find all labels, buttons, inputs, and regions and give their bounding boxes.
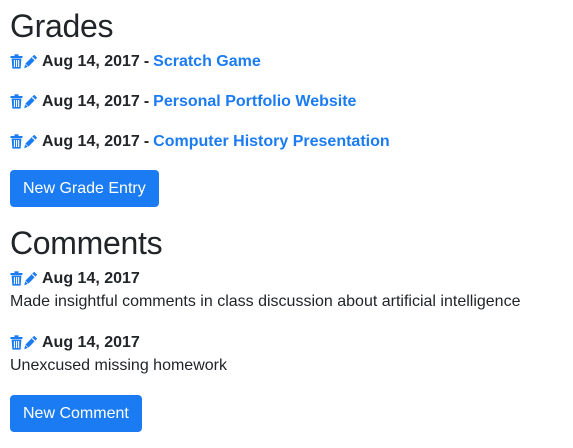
comment-entry-actions [10,335,38,351]
trash-icon[interactable] [10,54,24,70]
grades-heading: Grades [10,8,114,44]
trash-icon[interactable] [10,335,24,351]
grade-entry: Aug 14, 2017 - Scratch Game [10,51,261,73]
pencil-icon[interactable] [24,335,38,351]
grade-title-link[interactable]: Computer History Presentation [153,133,389,151]
grade-title-link[interactable]: Scratch Game [153,53,261,71]
grade-entry: Aug 14, 2017 - Computer History Presenta… [10,131,390,153]
grade-separator: - [143,133,150,150]
comment-entry: Aug 14, 2017 [10,268,140,290]
trash-icon[interactable] [10,134,24,150]
grade-date: Aug 14, 2017 [42,53,140,70]
grade-date: Aug 14, 2017 [42,133,140,150]
trash-icon[interactable] [10,94,24,110]
comment-entry: Aug 14, 2017 [10,332,140,354]
comment-date: Aug 14, 2017 [42,334,140,351]
new-comment-button[interactable]: New Comment [10,395,142,432]
comment-text: Made insightful comments in class discus… [10,293,521,310]
comment-date: Aug 14, 2017 [42,270,140,287]
pencil-icon[interactable] [24,134,38,150]
pencil-icon[interactable] [24,54,38,70]
pencil-icon[interactable] [24,94,38,110]
trash-icon[interactable] [10,271,24,287]
grade-date: Aug 14, 2017 [42,93,140,110]
grade-separator: - [143,53,150,70]
grade-entry: Aug 14, 2017 - Personal Portfolio Websit… [10,91,356,113]
comment-entry-actions [10,271,38,287]
comment-text: Unexcused missing homework [10,357,227,374]
grade-entry-actions [10,54,38,70]
pencil-icon[interactable] [24,271,38,287]
grade-entry-actions [10,134,38,150]
grade-title-link[interactable]: Personal Portfolio Website [153,93,356,111]
grade-entry-actions [10,94,38,110]
grade-separator: - [143,93,150,110]
new-grade-entry-button[interactable]: New Grade Entry [10,170,159,207]
comments-heading: Comments [10,225,163,261]
